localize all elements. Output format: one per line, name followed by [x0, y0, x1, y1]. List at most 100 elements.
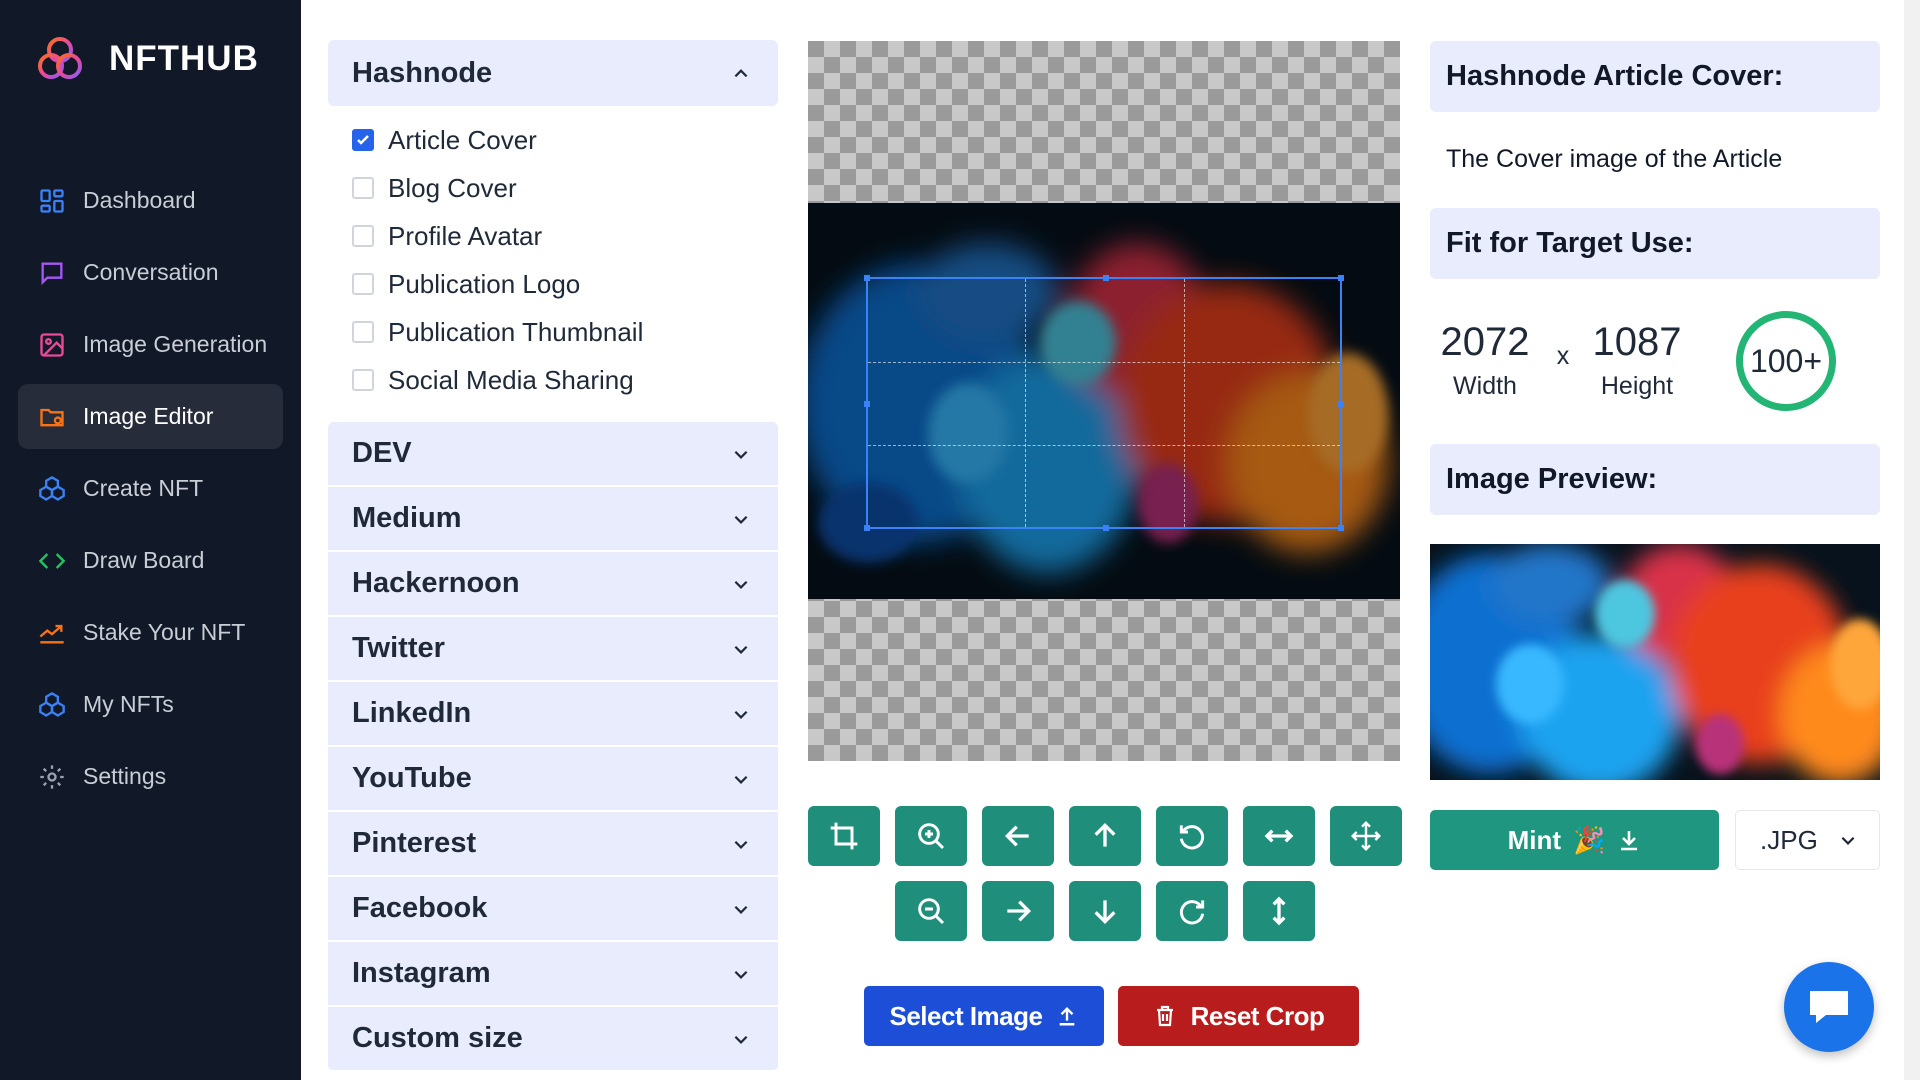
rotate-right-icon	[1179, 900, 1205, 925]
rotate-right-button[interactable]	[1156, 881, 1228, 941]
move-up-button[interactable]	[1069, 806, 1141, 866]
accordion-youtube[interactable]: YouTube	[328, 747, 778, 812]
move-right-button[interactable]	[982, 881, 1054, 941]
accordion-pinterest[interactable]: Pinterest	[328, 812, 778, 877]
zoom-in-button[interactable]	[895, 806, 967, 866]
zoom-in-icon	[918, 823, 945, 850]
sidebar-item-draw-board[interactable]: Draw Board	[18, 528, 283, 593]
accordion-linkedin[interactable]: LinkedIn	[328, 682, 778, 747]
flip-vertical-icon	[1272, 896, 1286, 926]
sidebar-item-label: Conversation	[83, 259, 219, 285]
option-blog-cover[interactable]: Blog Cover	[352, 164, 778, 212]
rotate-left-button[interactable]	[1156, 806, 1228, 866]
format-selected: .JPG	[1760, 824, 1818, 855]
move-icon	[1350, 820, 1382, 852]
chat-widget-button[interactable]	[1784, 962, 1874, 1052]
download-icon	[1621, 831, 1638, 851]
accordion-hackernoon[interactable]: Hackernoon	[328, 552, 778, 617]
accordion-instagram[interactable]: Instagram	[328, 942, 778, 1007]
chevron-up-icon	[734, 69, 748, 78]
sidebar-item-label: Stake Your NFT	[83, 619, 246, 645]
sidebar-nav: Dashboard Conversation Image Generation …	[18, 168, 283, 816]
preview-section: Image Preview:	[1430, 444, 1880, 515]
accordion-hashnode[interactable]: Hashnode	[328, 40, 778, 106]
sidebar-item-label: Draw Board	[83, 547, 205, 573]
option-label: Publication Logo	[388, 268, 581, 299]
flip-horizontal-button[interactable]	[1243, 806, 1315, 866]
brand[interactable]: NFTHUB	[35, 34, 259, 84]
accordion-dev[interactable]: DEV	[328, 422, 778, 487]
checkbox[interactable]	[352, 225, 374, 247]
checkbox[interactable]	[352, 369, 374, 391]
checkbox[interactable]	[352, 273, 374, 295]
chevron-down-icon	[734, 645, 748, 654]
move-button[interactable]	[1330, 806, 1402, 866]
dashboard-icon	[37, 186, 67, 216]
sidebar-item-label: Create NFT	[83, 475, 204, 501]
arrow-down-icon	[1094, 900, 1116, 925]
checkbox[interactable]	[352, 177, 374, 199]
crop-box[interactable]	[864, 275, 1344, 531]
zoom-out-icon	[918, 898, 945, 925]
accordion-title: Twitter	[352, 632, 445, 664]
accordion-medium[interactable]: Medium	[328, 487, 778, 552]
width-label: Width	[1453, 372, 1517, 400]
sidebar-item-settings[interactable]: Settings	[18, 744, 283, 809]
cover-title: Hashnode Article Cover:	[1430, 41, 1880, 112]
chevron-down-icon	[734, 515, 748, 524]
option-social-media-sharing[interactable]: Social Media Sharing	[352, 356, 778, 404]
option-publication-logo[interactable]: Publication Logo	[352, 260, 778, 308]
hashnode-options: Article Cover Blog Cover Profile Avatar …	[328, 106, 778, 422]
sidebar-item-dashboard[interactable]: Dashboard	[18, 168, 283, 233]
fit-section: Fit for Target Use:	[1430, 208, 1880, 279]
upload-icon	[1060, 1006, 1075, 1026]
scrollbar[interactable]	[1904, 0, 1920, 1080]
flip-horizontal-icon	[1264, 829, 1294, 843]
checkbox[interactable]	[352, 321, 374, 343]
option-profile-avatar[interactable]: Profile Avatar	[352, 212, 778, 260]
sidebar-item-create-nft[interactable]: Create NFT	[18, 456, 283, 521]
option-publication-thumbnail[interactable]: Publication Thumbnail	[352, 308, 778, 356]
flip-vertical-button[interactable]	[1243, 881, 1315, 941]
move-down-button[interactable]	[1069, 881, 1141, 941]
crop-button[interactable]	[808, 806, 880, 866]
platform-accordion: Hashnode Article Cover Blog Cover Profil…	[328, 40, 778, 1072]
accordion-facebook[interactable]: Facebook	[328, 877, 778, 942]
option-label: Article Cover	[388, 124, 537, 155]
chevron-down-icon	[734, 775, 748, 784]
mint-label: Mint	[1507, 824, 1562, 855]
zoom-out-button[interactable]	[895, 881, 967, 941]
checkbox-checked[interactable]	[352, 129, 374, 151]
option-article-cover[interactable]: Article Cover	[352, 116, 778, 164]
format-select[interactable]: .JPG	[1735, 810, 1880, 870]
chevron-down-icon	[734, 905, 748, 914]
crop-canvas[interactable]	[808, 41, 1400, 761]
sidebar-item-conversation[interactable]: Conversation	[18, 240, 283, 305]
accordion-twitter[interactable]: Twitter	[328, 617, 778, 682]
accordion-title: Medium	[352, 502, 462, 534]
select-image-button[interactable]: Select Image	[864, 986, 1104, 1046]
times-sign: x	[1556, 342, 1570, 370]
arrow-left-icon	[1004, 825, 1029, 847]
width-value: 2072	[1440, 320, 1530, 364]
chevron-down-icon	[734, 840, 748, 849]
accordion-title: Hackernoon	[352, 567, 520, 599]
chevron-down-icon	[734, 580, 748, 589]
height-value: 1087	[1592, 320, 1682, 364]
reset-crop-button[interactable]: Reset Crop	[1118, 986, 1359, 1046]
chevron-down-icon	[734, 710, 748, 719]
move-left-button[interactable]	[982, 806, 1054, 866]
accordion-title: Pinterest	[352, 827, 477, 859]
accordion-custom-size[interactable]: Custom size	[328, 1007, 778, 1072]
accordion-title: DEV	[352, 437, 412, 469]
sidebar-item-image-generation[interactable]: Image Generation	[18, 312, 283, 377]
sidebar-item-label: Image Generation	[83, 331, 268, 357]
sidebar-item-stake-your-nft[interactable]: Stake Your NFT	[18, 600, 283, 665]
accordion-title: YouTube	[352, 762, 472, 794]
image-icon	[37, 330, 67, 360]
mint-button[interactable]: Mint 🎉	[1430, 810, 1719, 870]
sidebar-item-my-nfts[interactable]: My NFTs	[18, 672, 283, 737]
sidebar-item-image-editor[interactable]: Image Editor	[18, 384, 283, 449]
chart-up-icon	[37, 618, 67, 648]
collapsed-platforms: DEV Medium Hackernoon Twitter LinkedIn Y…	[328, 422, 778, 1072]
